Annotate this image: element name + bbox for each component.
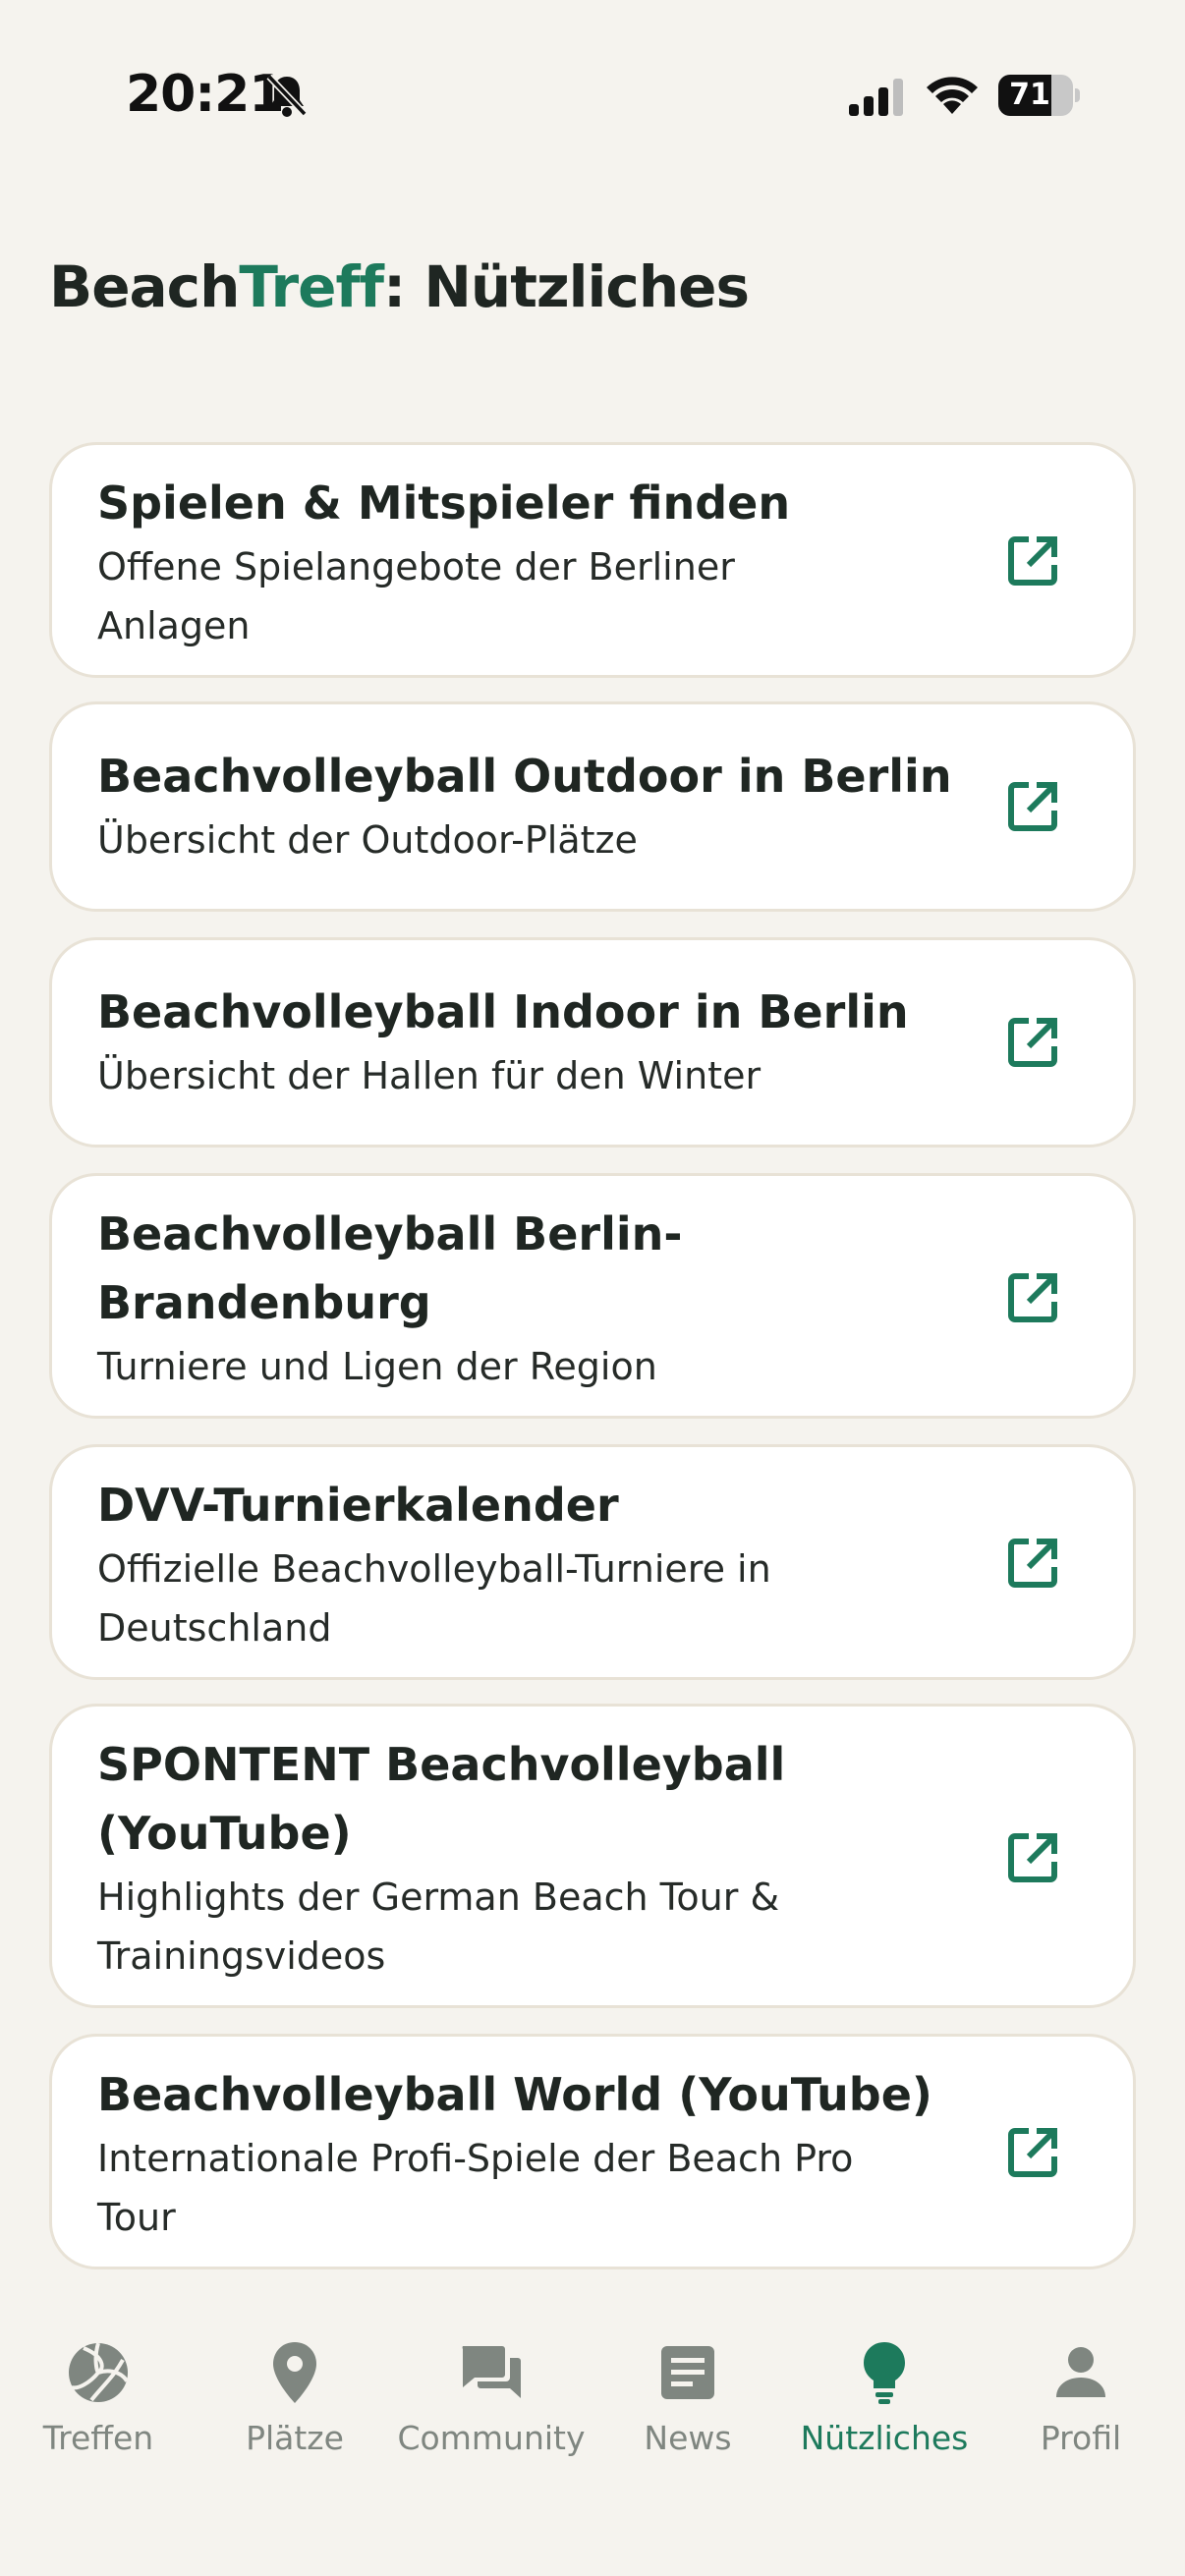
tab-treffen[interactable]: Treffen <box>0 2338 197 2486</box>
person-icon <box>1056 2347 1105 2397</box>
link-card-spontent-youtube[interactable]: SPONTENT Beachvolleyball (YouTube) Highl… <box>49 1704 1136 2008</box>
link-subtitle: Trainingsvideos <box>97 1934 386 1978</box>
external-link-icon <box>1008 536 1057 586</box>
bell-muted-icon <box>266 74 308 117</box>
link-card-spielen[interactable]: Spielen & Mitspieler finden Offene Spiel… <box>49 442 1136 678</box>
link-card-indoor[interactable]: Beachvolleyball Indoor in Berlin Übersic… <box>49 937 1136 1148</box>
link-subtitle: Übersicht der Outdoor-Plätze <box>97 818 638 862</box>
wifi-icon <box>927 77 978 114</box>
link-title: Beachvolleyball Outdoor in Berlin <box>97 750 952 803</box>
external-link-icon <box>1008 1833 1057 1882</box>
link-card-beachvolleyball-world-youtube[interactable]: Beachvolleyball World (YouTube) Internat… <box>49 2034 1136 2269</box>
tab-news[interactable]: News <box>590 2338 786 2486</box>
link-title: Brandenburg <box>97 1276 431 1329</box>
link-subtitle: Offene Spielangebote der Berliner <box>97 545 735 588</box>
volleyball-icon <box>69 2342 129 2402</box>
external-link-icon <box>1008 1273 1057 1322</box>
link-subtitle: Tour <box>97 2196 176 2239</box>
link-title: SPONTENT Beachvolleyball <box>97 1738 786 1791</box>
news-icon <box>661 2346 714 2399</box>
map-pin-icon <box>273 2342 316 2403</box>
external-link-icon <box>1008 1539 1057 1588</box>
battery-indicator: 71 <box>998 75 1080 116</box>
link-card-berlin-brandenburg[interactable]: Beachvolleyball Berlin- Brandenburg Turn… <box>49 1173 1136 1419</box>
status-bar: 20:21 71 <box>0 0 1185 147</box>
tab-label: Profil <box>1040 2419 1122 2457</box>
tab-community[interactable]: Community <box>393 2338 590 2486</box>
link-title: Spielen & Mitspieler finden <box>97 476 791 530</box>
link-subtitle: Anlagen <box>97 604 251 647</box>
chat-icon <box>462 2346 521 2398</box>
tab-label: Treffen <box>42 2419 154 2457</box>
link-title: DVV-Turnierkalender <box>97 1479 619 1532</box>
link-card-dvv-turnierkalender[interactable]: DVV-Turnierkalender Offizielle Beachvoll… <box>49 1444 1136 1680</box>
status-time: 20:21 <box>126 65 285 124</box>
external-link-icon <box>1008 782 1057 831</box>
external-link-icon <box>1008 2128 1057 2177</box>
external-link-icon <box>1008 1018 1057 1067</box>
link-subtitle: Highlights der German Beach Tour & <box>97 1876 780 1919</box>
tab-plaetze[interactable]: Plätze <box>197 2338 393 2486</box>
tab-label: Community <box>397 2419 586 2457</box>
page-title: BeachTreff: Nützliches <box>49 253 750 320</box>
lightbulb-icon <box>864 2342 905 2404</box>
link-subtitle: Turniere und Ligen der Region <box>97 1345 657 1388</box>
link-title: Beachvolleyball Berlin- <box>97 1207 683 1260</box>
tab-label: Nützliches <box>800 2419 969 2457</box>
tab-nuetzliches[interactable]: Nützliches <box>786 2338 983 2486</box>
bottom-tab-bar: Treffen Plätze Community News Nützliches… <box>0 2309 1185 2576</box>
link-subtitle: Übersicht der Hallen für den Winter <box>97 1054 762 1097</box>
link-subtitle: Internationale Profi-Spiele der Beach Pr… <box>97 2137 854 2180</box>
link-card-outdoor[interactable]: Beachvolleyball Outdoor in Berlin Übersi… <box>49 701 1136 912</box>
cellular-signal-icon <box>849 79 903 116</box>
tab-profil[interactable]: Profil <box>983 2338 1179 2486</box>
link-title: Beachvolleyball World (YouTube) <box>97 2068 932 2121</box>
tab-label: Plätze <box>246 2419 344 2457</box>
link-subtitle: Offizielle Beachvolleyball-Turniere in <box>97 1547 771 1591</box>
link-title: (YouTube) <box>97 1807 352 1860</box>
tab-label: News <box>644 2419 732 2457</box>
battery-percentage: 71 <box>1009 78 1050 112</box>
link-title: Beachvolleyball Indoor in Berlin <box>97 985 909 1038</box>
link-subtitle: Deutschland <box>97 1606 332 1650</box>
